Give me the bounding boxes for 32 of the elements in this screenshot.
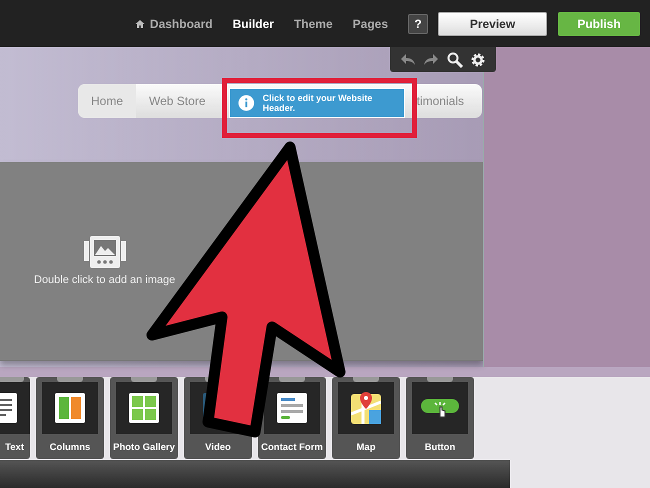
widget-tile[interactable]: Columns [36,377,104,459]
widget-tile[interactable]: Text [0,377,30,459]
widget-tile[interactable]: Contact Form [258,377,326,459]
widget-label: Button [424,442,456,453]
settings-icon[interactable] [470,52,486,68]
widget-tile[interactable]: Photo Gallery [110,377,178,459]
search-icon[interactable] [446,52,463,68]
widget-tile[interactable]: Button [406,377,474,459]
widget-label: Map [356,442,376,453]
widget-tile[interactable]: Map [332,377,400,459]
nav-tab[interactable]: Dashboard [134,16,213,30]
widget-label: Contact Form [261,442,323,453]
nav-tab[interactable]: Builder [232,16,274,30]
image-icon [84,236,126,268]
widget-label: Text [5,442,24,453]
tooltip-text: Click to edit your Website Header. [262,93,374,113]
redo-icon[interactable] [423,52,440,66]
columns-icon [55,393,85,423]
placeholder-text: Double click to add an image [34,274,176,286]
nav-tab[interactable]: Pages [352,16,388,30]
nav-tab[interactable]: Theme [294,16,333,30]
preview-button[interactable]: Preview [438,12,547,36]
widget-label: Columns [50,442,90,453]
gallery-icon [129,393,159,423]
undo-icon[interactable] [400,52,416,66]
map-icon [351,392,381,424]
widget-label: Photo Gallery [113,442,175,453]
info-icon [238,94,255,112]
help-button[interactable]: ? [408,14,428,34]
widget-label: Video [205,442,231,453]
home-icon [134,18,145,28]
form-icon [277,393,307,423]
